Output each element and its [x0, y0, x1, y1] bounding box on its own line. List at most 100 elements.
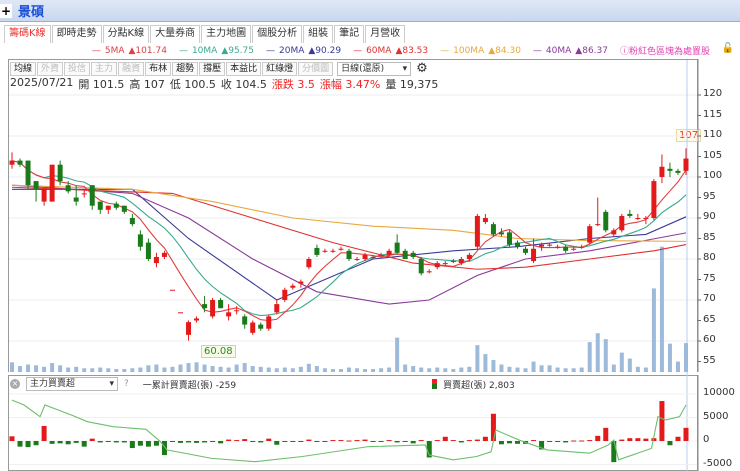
candle-body	[137, 234, 143, 247]
volume-bar	[290, 368, 295, 372]
candle-body	[603, 211, 609, 231]
volume-bar	[274, 368, 279, 372]
net-buy-sell-bar	[266, 438, 272, 441]
volume-bar	[403, 364, 408, 372]
volume-bar	[34, 365, 39, 372]
net-buy-sell-bar	[506, 441, 512, 444]
net-buy-sell-bar	[466, 440, 472, 442]
net-buy-sell-bar	[370, 441, 376, 442]
volume-bar	[475, 345, 480, 372]
candle-body	[242, 316, 248, 325]
candle-body	[258, 324, 264, 329]
net-buy-sell-bar	[145, 441, 151, 447]
candle-body	[282, 289, 288, 300]
candle-body	[402, 250, 408, 259]
net-buy-sell-bar	[595, 435, 601, 441]
volume-bar	[114, 369, 119, 372]
volume-bar	[651, 288, 656, 372]
net-buy-sell-bar	[603, 427, 609, 441]
volume-bar	[226, 367, 231, 372]
candle-body	[97, 201, 103, 210]
net-buy-sell-bar	[571, 440, 577, 442]
candle-body	[73, 197, 79, 202]
net-buy-sell-bar	[579, 440, 585, 442]
candle-body	[105, 205, 111, 210]
volume-bar	[411, 366, 416, 372]
net-buy-sell-bar	[619, 439, 625, 441]
candle-body	[619, 215, 625, 231]
candle-body	[362, 254, 368, 259]
volume-bar	[667, 343, 672, 372]
volume-bar	[395, 337, 400, 372]
net-buy-sell-bar	[89, 438, 95, 441]
candle-body	[121, 205, 127, 212]
candle-body	[418, 259, 424, 274]
volume-bar	[387, 367, 392, 372]
net-buy-sell-bar	[121, 441, 127, 443]
net-buy-sell-bar	[73, 441, 79, 443]
volume-bar	[563, 368, 568, 372]
net-buy-sell-bar	[402, 441, 408, 442]
volume-bar	[218, 366, 223, 372]
volume-bar	[539, 365, 544, 372]
candle-body	[627, 213, 633, 216]
volume-bar	[66, 367, 71, 372]
net-buy-sell-bar	[442, 436, 448, 441]
net-buy-sell-bar	[194, 441, 200, 443]
net-buy-sell-bar	[450, 440, 456, 442]
volume-bar	[419, 367, 424, 372]
net-buy-sell-bar	[105, 441, 111, 442]
volume-bar	[579, 367, 584, 372]
candle-body	[683, 158, 689, 171]
candle-body	[547, 244, 553, 246]
volume-bar	[547, 365, 552, 372]
net-buy-sell-bar	[258, 441, 264, 443]
net-buy-sell-bar	[362, 439, 368, 441]
candle-body	[57, 164, 63, 182]
net-buy-sell-bar	[113, 441, 119, 443]
volume-bar	[515, 367, 520, 372]
candle-body	[474, 215, 480, 247]
net-buy-sell-bar	[226, 439, 232, 441]
net-buy-sell-bar	[410, 441, 416, 444]
volume-bar	[330, 369, 335, 372]
volume-bar	[467, 366, 472, 372]
net-buy-sell-bar	[65, 441, 71, 445]
volume-bar	[42, 366, 47, 372]
net-buy-sell-bar	[635, 438, 641, 441]
net-buy-sell-bar	[218, 441, 224, 444]
ma-line-40MA	[11, 184, 687, 305]
candle-body	[178, 312, 183, 314]
net-buy-sell-bar	[474, 439, 480, 441]
volume-bar	[571, 368, 576, 372]
net-buy-sell-bar	[17, 441, 23, 447]
candle-body	[226, 312, 232, 317]
volume-bar	[18, 366, 23, 372]
net-buy-sell-bar	[378, 441, 384, 442]
volume-bar	[611, 364, 616, 372]
net-buy-sell-bar	[129, 441, 135, 449]
candle-body	[587, 226, 593, 243]
volume-bar	[250, 366, 255, 372]
volume-bar	[138, 367, 143, 372]
net-buy-sell-bar	[33, 441, 39, 446]
volume-bar	[10, 362, 14, 372]
net-buy-sell-bar	[643, 438, 649, 441]
volume-bar	[202, 364, 207, 372]
candle-body	[161, 252, 167, 257]
candle-body	[378, 254, 384, 256]
net-buy-sell-bar	[153, 441, 159, 446]
net-buy-sell-bar	[137, 441, 143, 446]
candle-body	[250, 322, 256, 333]
candle-body	[218, 300, 224, 309]
net-buy-sell-bar	[418, 440, 424, 442]
net-buy-sell-bar	[306, 439, 312, 441]
net-buy-sell-bar	[210, 441, 216, 442]
net-buy-sell-bar	[547, 441, 553, 442]
volume-bar	[242, 363, 247, 372]
candle-body	[539, 244, 545, 247]
candle-body	[89, 185, 95, 206]
candle-body	[659, 166, 665, 177]
volume-bar	[435, 367, 440, 372]
volume-bar	[507, 366, 512, 372]
